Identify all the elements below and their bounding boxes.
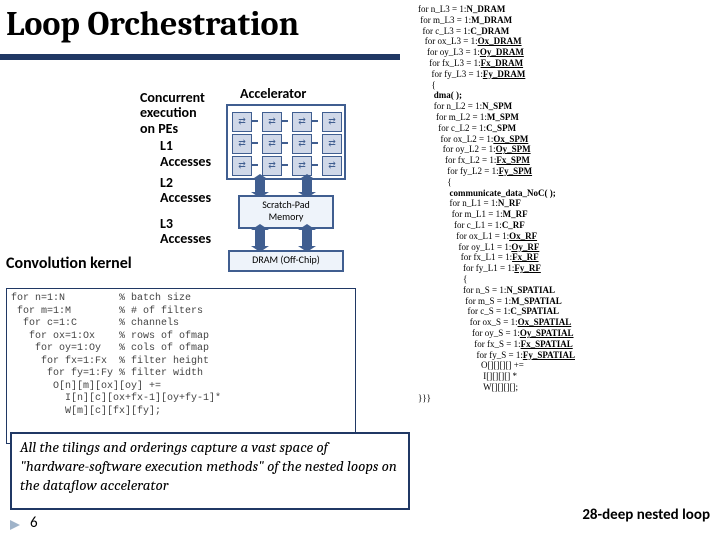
callout-box: All the tilings and orderings capture a … — [10, 432, 410, 510]
conv-kernel-code: for n=1:N % batch size for m=1:M % # of … — [6, 288, 356, 444]
slide-title: Loop Orchestration — [6, 4, 299, 44]
page-number: 6 — [30, 514, 38, 532]
concurrent-label: Concurrent execution on PEs — [140, 89, 205, 137]
accelerator-box: ⇄⇄⇄⇄ ⇄⇄⇄⇄ ⇄⇄⇄⇄ — [226, 104, 346, 180]
access-labels: Concurrent execution on PEs L1 Accesses … — [140, 90, 211, 253]
accelerator-label: Accelerator — [240, 85, 306, 102]
footer-caption: 28-deep nested loop — [582, 506, 710, 524]
nested-loop-code: for n_L3 = 1:N_DRAM for m_L3 = 1:M_DRAM … — [418, 4, 718, 494]
page-arrow-icon — [10, 520, 20, 530]
arrow-spm-dram2 — [302, 228, 312, 248]
l2-label: L2 Accesses — [160, 175, 211, 206]
title-underline — [0, 54, 400, 60]
dram-box: DRAM (Off-Chip) — [228, 250, 344, 272]
conv-kernel-label: Convolution kernel — [6, 254, 132, 273]
arrow-spm-dram — [255, 228, 265, 248]
l1-label: L1 Accesses — [160, 138, 211, 169]
l3-label: L3 Accesses — [160, 216, 211, 247]
